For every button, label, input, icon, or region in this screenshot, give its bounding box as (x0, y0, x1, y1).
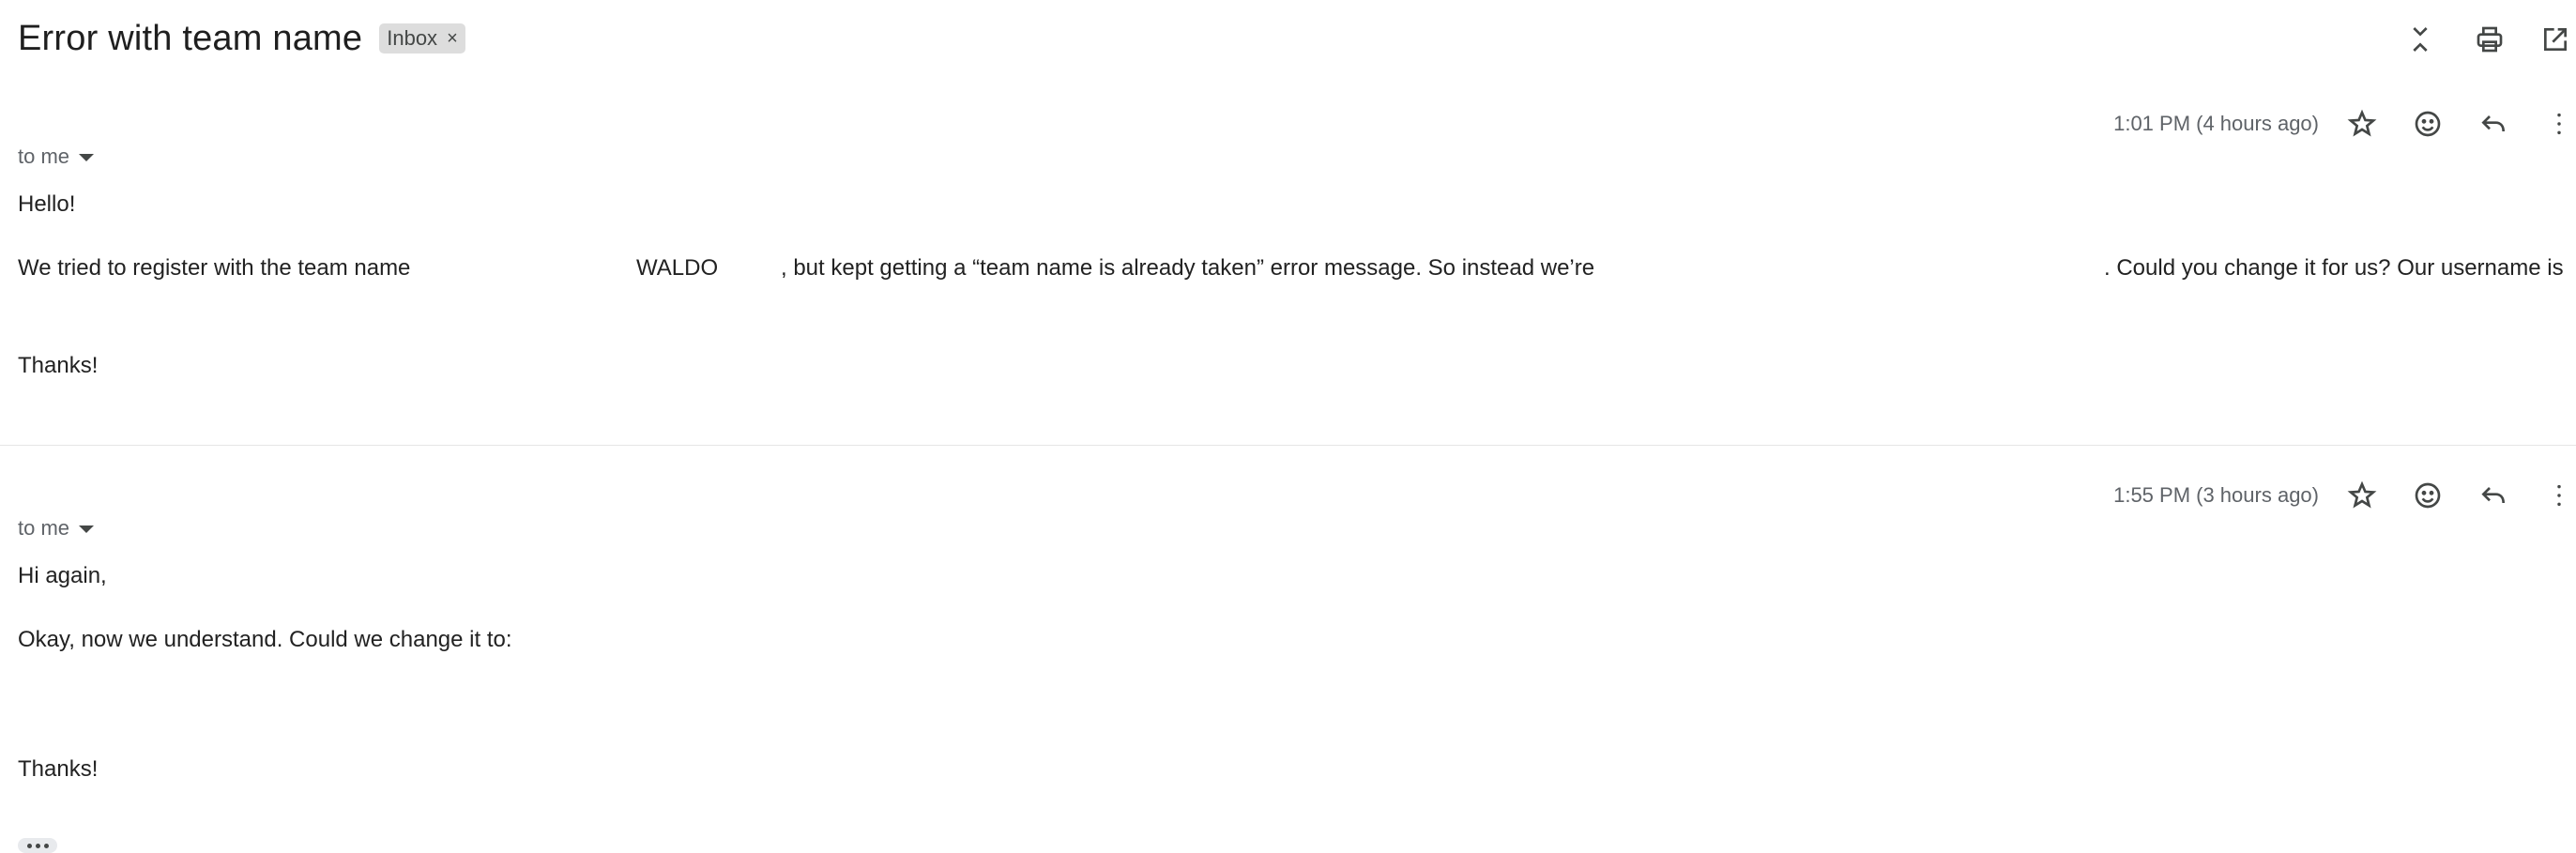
reply-button[interactable] (2475, 105, 2512, 143)
show-trimmed-content-button[interactable] (18, 838, 57, 853)
collapse-all-icon (2413, 27, 2428, 52)
thread-header: Error with team name Inbox × (18, 15, 465, 62)
message-greeting: Hello! (18, 191, 76, 217)
more-options-button[interactable] (2540, 105, 2576, 143)
team-name-text: WALDO (636, 255, 719, 281)
thread-subject: Error with team name (18, 18, 363, 58)
open-in-new-window-button[interactable] (2537, 21, 2574, 58)
body-text-segment: . Could you change it for us? Our userna… (2104, 255, 2564, 281)
message-timestamp: 1:55 PM (3 hours ago) (2113, 483, 2319, 507)
message-1: 1:01 PM (4 hours ago) to me Hello! We tr… (0, 94, 2576, 446)
thread-toolbar (2401, 21, 2576, 58)
caret-down-icon (79, 526, 95, 533)
message-timestamp: 1:01 PM (4 hours ago) (2113, 112, 2319, 135)
message-closing: Thanks! (18, 756, 99, 782)
more-vert-icon (2557, 113, 2561, 135)
star-button[interactable] (2343, 105, 2381, 143)
body-text-segment: , but kept getting a “team name is alrea… (781, 255, 1595, 281)
ellipsis-dot (35, 843, 40, 848)
add-reaction-button[interactable] (2409, 477, 2446, 514)
star-button[interactable] (2343, 477, 2381, 514)
collapse-all-button[interactable] (2401, 21, 2439, 58)
recipient-text: to me (18, 516, 70, 540)
message-meta: 1:55 PM (3 hours ago) (2113, 477, 2576, 514)
reply-icon (2481, 487, 2505, 504)
ellipsis-dot (26, 843, 32, 848)
more-options-button[interactable] (2540, 477, 2576, 514)
ellipsis-dot (43, 843, 49, 848)
print-icon (2477, 26, 2503, 53)
star-icon (2347, 109, 2377, 137)
message-meta: 1:01 PM (4 hours ago) (2113, 105, 2576, 143)
emoji-reaction-icon (2415, 111, 2441, 137)
body-text-segment: We tried to register with the team name (18, 255, 411, 281)
recipient-details-toggle[interactable]: to me (18, 516, 95, 541)
caret-down-icon (79, 154, 95, 161)
star-icon (2347, 480, 2377, 509)
reply-button[interactable] (2475, 477, 2512, 514)
message-body-line: Okay, now we understand. Could we change… (18, 627, 512, 652)
more-vert-icon (2557, 484, 2561, 507)
label-text: Inbox (387, 26, 438, 50)
remove-label-icon[interactable]: × (447, 28, 458, 50)
emoji-reaction-icon (2415, 482, 2441, 509)
recipient-text: to me (18, 145, 70, 168)
print-button[interactable] (2471, 21, 2508, 58)
add-reaction-button[interactable] (2409, 105, 2446, 143)
message-body-line: We tried to register with the team name … (18, 255, 2570, 283)
message-closing: Thanks! (18, 353, 99, 378)
inbox-label-chip[interactable]: Inbox × (379, 23, 465, 53)
message-greeting: Hi again, (18, 563, 107, 588)
reply-icon (2481, 115, 2505, 132)
open-in-new-window-icon (2544, 28, 2567, 51)
message-2: 1:55 PM (3 hours ago) to me Hi again, Ok… (0, 465, 2576, 853)
recipient-details-toggle[interactable]: to me (18, 145, 95, 169)
